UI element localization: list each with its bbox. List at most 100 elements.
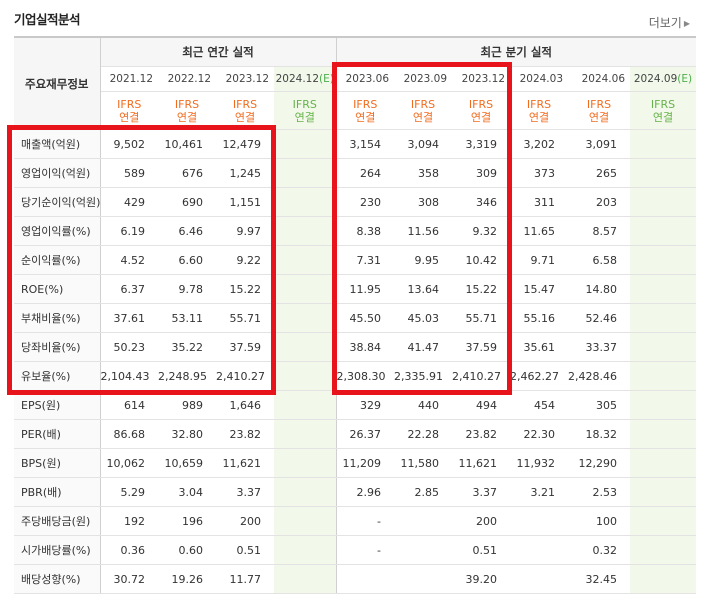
table-cell: 55.16 [510, 303, 568, 333]
table-row: 영업이익(억원) 589 676 1,245 264 358 309 373 265 [14, 158, 696, 188]
basis-header-row: IFRS 연결 IFRS 연결 IFRS 연결 IFRS 연결 IFRS 연결 IFRS 연결 IFRS… [14, 91, 696, 130]
row-label: PBR(배) [14, 477, 101, 507]
table-row: BPS(원) 10,062 10,659 11,621 11,209 11,580 11,6… [14, 448, 696, 478]
table-cell: 7.31 [335, 245, 394, 275]
table-cell: 2.96 [335, 477, 394, 507]
table-cell: 2,104.43 [100, 361, 158, 391]
table-cell: 12,479 [216, 129, 274, 159]
table-row: EPS(원) 614 989 1,646 329 440 494 454 305 [14, 390, 696, 420]
financial-table: 주요재무정보 최근 연간 실적 최근 분기 실적 2021.12 2022.12 2… [14, 36, 696, 594]
chevron-right-icon: ▶ [683, 19, 690, 28]
table-cell: 30.72 [100, 564, 158, 594]
table-cell: 3,202 [510, 129, 568, 159]
table-cell: 32.45 [568, 564, 630, 594]
table-cell: 203 [568, 187, 630, 217]
table-cell: 23.82 [452, 419, 510, 449]
table-cell: 1,151 [216, 187, 274, 217]
table-cell: 4.52 [100, 245, 158, 275]
table-cell: 55.71 [452, 303, 510, 333]
table-cell: 494 [452, 390, 510, 420]
table-cell: 3.37 [452, 477, 510, 507]
table-cell [274, 129, 336, 159]
table-cell: 23.82 [216, 419, 274, 449]
table-cell: 9.22 [216, 245, 274, 275]
table-cell: 39.20 [452, 564, 510, 594]
table-cell: 308 [394, 187, 452, 217]
table-cell [274, 245, 336, 275]
table-cell: 33.37 [568, 332, 630, 362]
table-cell: - [335, 535, 394, 565]
row-label: 유보율(%) [14, 361, 101, 391]
more-link[interactable]: 더보기 ▶ [649, 14, 690, 31]
period-header: 2024.09(E) [630, 66, 696, 92]
table-cell [274, 187, 336, 217]
table-cell: 14.80 [568, 274, 630, 304]
table-row: 매출액(억원) 9,502 10,461 12,479 3,154 3,094 3,319 3… [14, 129, 696, 159]
table-cell: 0.51 [452, 535, 510, 565]
row-label: 당기순이익(억원) [14, 187, 101, 217]
estimate-mark: (E) [319, 73, 334, 85]
row-label: ROE(%) [14, 274, 101, 304]
table-cell: 2,410.27 [452, 361, 510, 391]
table-cell: 3.21 [510, 477, 568, 507]
row-label: 배당성향(%) [14, 564, 101, 594]
period-header: 2022.12 [158, 66, 216, 92]
table-cell [630, 303, 696, 333]
period-header: 2023.12 [216, 66, 274, 92]
table-cell [630, 129, 696, 159]
table-cell: 9.78 [158, 274, 216, 304]
table-cell: 429 [100, 187, 158, 217]
table-cell: 690 [158, 187, 216, 217]
table-cell [630, 332, 696, 362]
table-cell: 329 [335, 390, 394, 420]
table-cell: 3,319 [452, 129, 510, 159]
table-cell: 9.95 [394, 245, 452, 275]
table-cell: 3.37 [216, 477, 274, 507]
period-header-row: 2021.12 2022.12 2023.12 2024.12(E) 2023.06 20… [14, 66, 696, 92]
basis-header: IFRS 연결 [158, 91, 216, 130]
table-cell: 0.51 [216, 535, 274, 565]
table-cell [394, 506, 452, 536]
table-cell: 614 [100, 390, 158, 420]
table-cell: - [335, 506, 394, 536]
table-cell: 10,461 [158, 129, 216, 159]
table-cell: 45.03 [394, 303, 452, 333]
period-header: 2023.09 [394, 66, 452, 92]
period-header: 2021.12 [100, 66, 158, 92]
table-cell: 6.58 [568, 245, 630, 275]
table-cell: 2.85 [394, 477, 452, 507]
table-cell [630, 535, 696, 565]
basis-header: IFRS 연결 [100, 91, 158, 130]
table-cell [274, 564, 336, 594]
table-row: ROE(%) 6.37 9.78 15.22 11.95 13.64 15.22 15.47 1… [14, 274, 696, 304]
table-cell: 52.46 [568, 303, 630, 333]
table-cell [394, 535, 452, 565]
table-cell: 6.37 [100, 274, 158, 304]
basis-header: IFRS 연결 [568, 91, 630, 130]
table-cell [274, 535, 336, 565]
annual-group-header: 최근 연간 실적 [100, 36, 336, 67]
table-row: PBR(배) 5.29 3.04 3.37 2.96 2.85 3.37 3.21 2.53 [14, 477, 696, 507]
table-cell [630, 419, 696, 449]
table-cell [274, 158, 336, 188]
table-row: 영업이익률(%) 6.19 6.46 9.97 8.38 11.56 9.32 11.65 8.… [14, 216, 696, 246]
table-cell: 38.84 [335, 332, 394, 362]
estimate-mark: (E) [677, 73, 693, 85]
table-cell: 37.59 [452, 332, 510, 362]
table-cell [274, 448, 336, 478]
basis-header: IFRS 연결 [630, 91, 696, 130]
table-cell [274, 216, 336, 246]
table-cell: 2,308.30 [335, 361, 394, 391]
table-cell: 11,932 [510, 448, 568, 478]
table-cell: 2,410.27 [216, 361, 274, 391]
basis-header: IFRS 연결 [335, 91, 394, 130]
table-cell [394, 564, 452, 594]
table-cell: 373 [510, 158, 568, 188]
period-header: 2023.12 [452, 66, 510, 92]
table-cell: 35.61 [510, 332, 568, 362]
table-cell: 18.32 [568, 419, 630, 449]
table-cell [630, 245, 696, 275]
table-cell: 11,580 [394, 448, 452, 478]
table-cell: 589 [100, 158, 158, 188]
table-cell [274, 303, 336, 333]
